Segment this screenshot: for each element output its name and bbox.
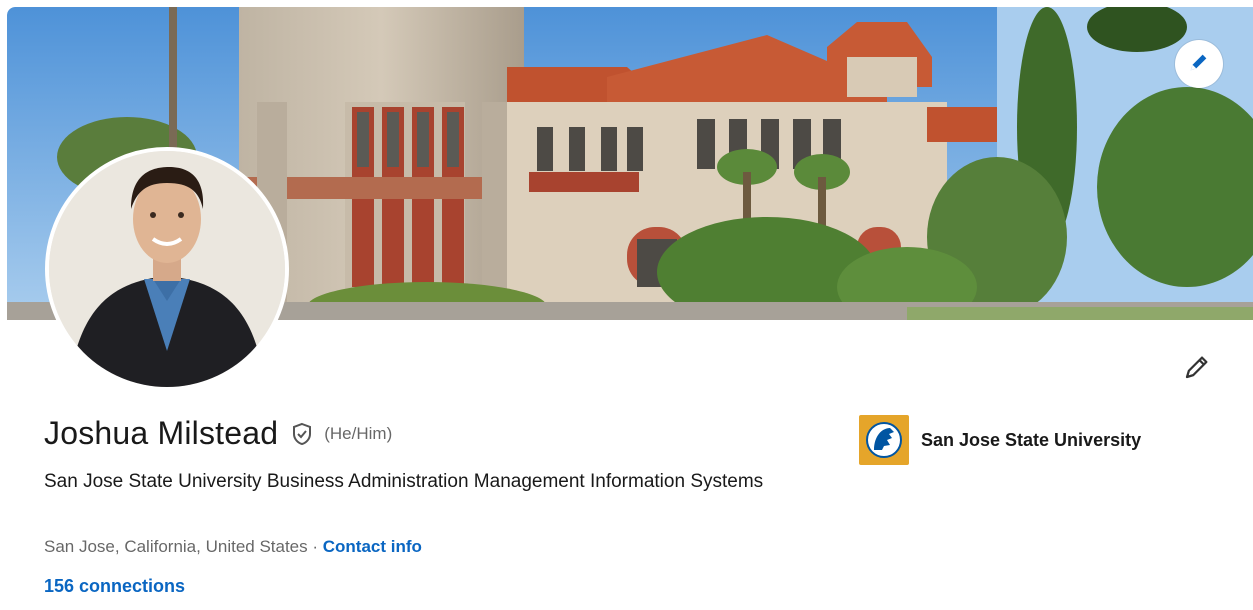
pencil-icon — [1188, 51, 1210, 78]
edit-intro-button[interactable] — [1175, 347, 1219, 391]
separator: · — [307, 537, 323, 556]
location-row: San Jose, California, United States · Co… — [44, 537, 422, 557]
profile-photo[interactable] — [45, 147, 289, 391]
connections-link[interactable]: 156 connections — [44, 576, 185, 597]
pencil-icon — [1182, 352, 1212, 387]
profile-name: Joshua Milstead — [44, 415, 279, 451]
education-school-link[interactable]: San Jose State University — [859, 415, 1141, 465]
profile-card: Joshua Milstead (He/Him) San Jose State … — [7, 7, 1253, 610]
contact-info-link[interactable]: Contact info — [323, 537, 422, 556]
edit-cover-button[interactable] — [1175, 40, 1223, 88]
pronouns: (He/Him) — [324, 423, 393, 443]
profile-headline: San Jose State University Business Admin… — [44, 471, 764, 492]
location: San Jose, California, United States — [44, 537, 308, 556]
name-row: Joshua Milstead (He/Him) — [44, 415, 392, 452]
shield-check-icon[interactable] — [290, 422, 314, 446]
school-logo — [859, 415, 909, 465]
school-name: San Jose State University — [921, 429, 1142, 450]
